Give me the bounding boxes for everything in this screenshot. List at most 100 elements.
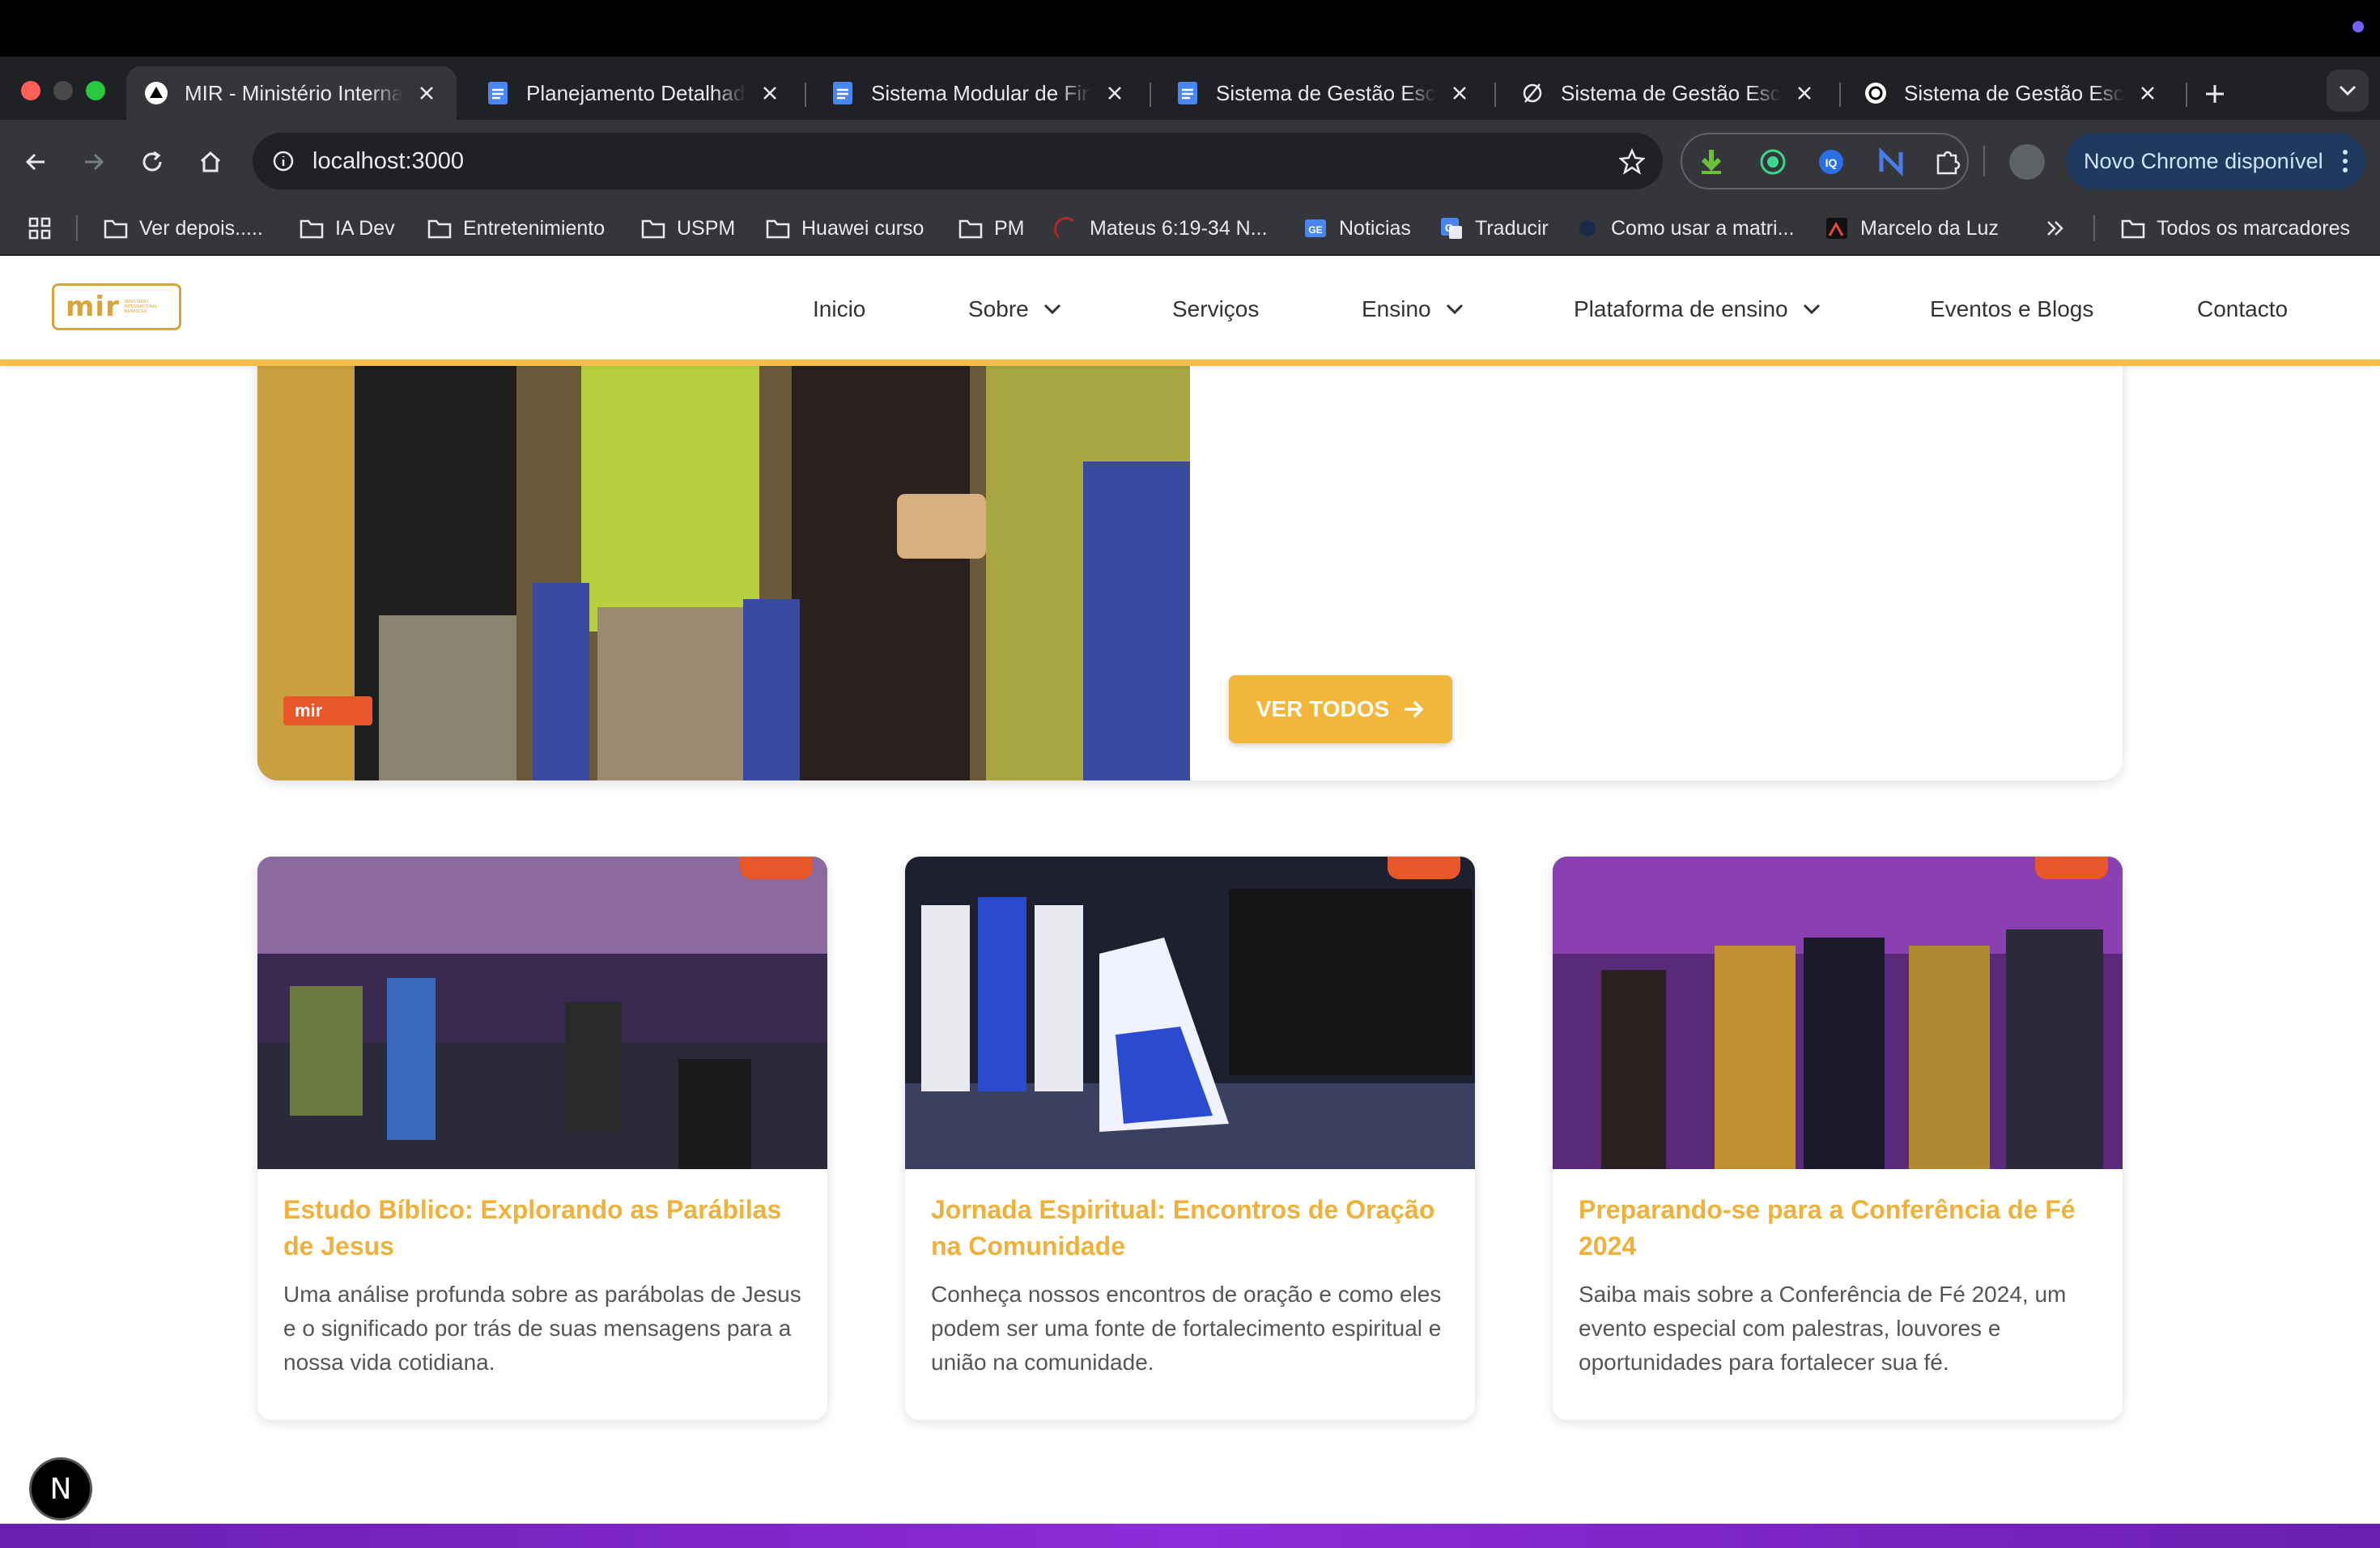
chevron-down-icon [1043, 304, 1060, 315]
post-description: Conheça nossos encontros de oração e com… [931, 1282, 1442, 1375]
apps-grid-icon [28, 217, 51, 240]
tab-sistema-financas[interactable]: Sistema Modular de Finanças [813, 66, 1145, 120]
tab-sistema-escolar-2[interactable]: Sistema de Gestão Escolar [1502, 66, 1834, 120]
status-dot [2352, 21, 2364, 32]
bookmark-pm[interactable]: PM [958, 204, 1025, 253]
worship-illustration [1553, 857, 2123, 1169]
maximize-window-button[interactable] [86, 81, 105, 100]
folder-icon [641, 216, 665, 240]
bookmark-label: Mateus 6:19-34 N... [1090, 216, 1268, 240]
post-card[interactable]: Jornada Espiritual: Encontros de Oração … [905, 857, 1475, 1420]
nav-servicos[interactable]: Serviços [1172, 293, 1259, 325]
svg-text:G: G [1445, 222, 1453, 234]
star-icon[interactable] [1619, 148, 1645, 174]
tab-planejamento[interactable]: Planejamento Detalhado [468, 66, 800, 120]
bookmark-uspm[interactable]: USPM [641, 204, 735, 253]
close-icon[interactable] [2136, 81, 2160, 105]
post-card[interactable]: Preparando-se para a Conferência de Fé 2… [1553, 857, 2123, 1420]
close-window-button[interactable] [21, 81, 40, 100]
folder-icon [300, 216, 324, 240]
page-icon [1575, 216, 1600, 240]
bookmark-label: Todos os marcadores [2157, 216, 2351, 240]
puzzle-icon[interactable] [1933, 147, 1962, 176]
close-icon[interactable] [758, 81, 782, 105]
nav-label: Plataforma de ensino [1574, 296, 1788, 321]
tab-search-button[interactable] [2327, 70, 2369, 112]
n-extension-icon[interactable] [1876, 147, 1906, 176]
bookmark-ia-dev[interactable]: IA Dev [300, 204, 395, 253]
nav-label: Eventos e Blogs [1930, 296, 2094, 321]
download-extension-icon[interactable] [1697, 147, 1726, 176]
minimize-window-button[interactable] [53, 81, 73, 100]
bookmark-label: USPM [677, 216, 736, 240]
bookmark-entretenimiento[interactable]: Entretenimiento [427, 204, 605, 253]
browser-toolbar: localhost:3000 IQ Novo Chrome disponível [0, 120, 2380, 204]
plus-icon [2206, 85, 2224, 103]
google-news-icon: GE [1303, 216, 1328, 240]
folder-icon [104, 216, 128, 240]
post-title[interactable]: Jornada Espiritual: Encontros de Oração … [931, 1192, 1449, 1265]
back-button[interactable] [15, 141, 57, 183]
close-icon[interactable] [1447, 81, 1472, 105]
nav-eventos-blogs[interactable]: Eventos e Blogs [1930, 293, 2093, 325]
footer-band [0, 1524, 2380, 1548]
next-badge-label: N [49, 1472, 72, 1506]
page-icon [1825, 216, 1849, 240]
update-label: Novo Chrome disponível [2084, 148, 2323, 173]
iq-extension-icon[interactable]: IQ [1817, 147, 1846, 176]
page-icon [1054, 216, 1078, 240]
nav-ensino[interactable]: Ensino [1362, 293, 1464, 325]
forward-button[interactable] [73, 141, 115, 183]
view-all-button[interactable]: VER TODOS [1229, 675, 1452, 743]
post-title[interactable]: Preparando-se para a Conferência de Fé 2… [1579, 1192, 2097, 1265]
google-docs-icon [486, 81, 510, 105]
ai-studio-icon [1520, 81, 1545, 105]
watermark-text: mir [295, 700, 323, 721]
more-bookmarks-button[interactable] [2045, 204, 2066, 253]
bookmark-label: Como usar a matri... [1611, 216, 1795, 240]
post-title[interactable]: Estudo Bíblico: Explorando as Parábilas … [283, 1192, 801, 1265]
bookmark-mateus[interactable]: Mateus 6:19-34 N... [1054, 204, 1268, 253]
tab-separator [2186, 83, 2187, 107]
bookmark-ver-depois[interactable]: Ver depois..... [104, 204, 263, 253]
avatar[interactable] [2009, 144, 2045, 180]
info-icon[interactable] [272, 150, 295, 172]
nav-label: Inicio [813, 296, 866, 321]
nextjs-dev-indicator[interactable]: N [29, 1457, 92, 1520]
nav-sobre[interactable]: Sobre [968, 293, 1061, 325]
bookmarks-bar: Ver depois..... IA Dev Entretenimiento U… [0, 204, 2380, 256]
google-docs-icon [831, 81, 855, 105]
reload-button[interactable] [131, 141, 173, 183]
close-icon[interactable] [1792, 81, 1817, 105]
nav-label: Contacto [2197, 296, 2289, 321]
nav-contacto[interactable]: Contacto [2197, 293, 2288, 325]
record-extension-icon[interactable] [1758, 147, 1787, 176]
home-button[interactable] [189, 141, 232, 183]
folder-icon [766, 216, 790, 240]
tab-mir[interactable]: MIR - Ministério Internacional [126, 66, 457, 120]
bookmark-huawei[interactable]: Huawei curso [766, 204, 924, 253]
bookmark-marcelo[interactable]: Marcelo da Luz [1825, 204, 1999, 253]
bookmark-label: Traducir [1475, 216, 1549, 240]
post-description: Saiba mais sobre a Conferência de Fé 202… [1579, 1282, 2067, 1375]
address-bar[interactable]: localhost:3000 [253, 133, 1663, 189]
post-card[interactable]: Estudo Bíblico: Explorando as Parábilas … [257, 857, 827, 1420]
new-tab-button[interactable] [2199, 78, 2231, 110]
bookmark-traducir[interactable]: G Traducir [1439, 204, 1549, 253]
featured-photo[interactable]: mir [257, 340, 1190, 780]
all-bookmarks[interactable]: Todos os marcadores [2121, 204, 2350, 253]
nav-inicio[interactable]: Inicio [813, 293, 865, 325]
bookmark-noticias[interactable]: GE Noticias [1303, 204, 1411, 253]
close-icon[interactable] [1103, 81, 1127, 105]
tab-sistema-escolar-3[interactable]: Sistema de Gestão Escolar [1846, 66, 2178, 120]
close-icon[interactable] [414, 81, 439, 105]
bookmark-como-usar[interactable]: Como usar a matri... [1575, 204, 1794, 253]
audience-illustration [257, 340, 1190, 780]
chrome-update-button[interactable]: Novo Chrome disponível [2066, 133, 2365, 189]
tab-label: Sistema Modular de Finanças [871, 80, 1091, 105]
tab-sistema-escolar-1[interactable]: Sistema de Gestão Escolar [1158, 66, 1490, 120]
bookmark-label: Entretenimiento [463, 216, 606, 240]
nav-plataforma-ensino[interactable]: Plataforma de ensino [1574, 293, 1821, 325]
site-logo[interactable]: mir MINISTÉRIO INTERNACIONAL RENASCER [52, 283, 181, 330]
apps-button[interactable] [28, 204, 52, 253]
